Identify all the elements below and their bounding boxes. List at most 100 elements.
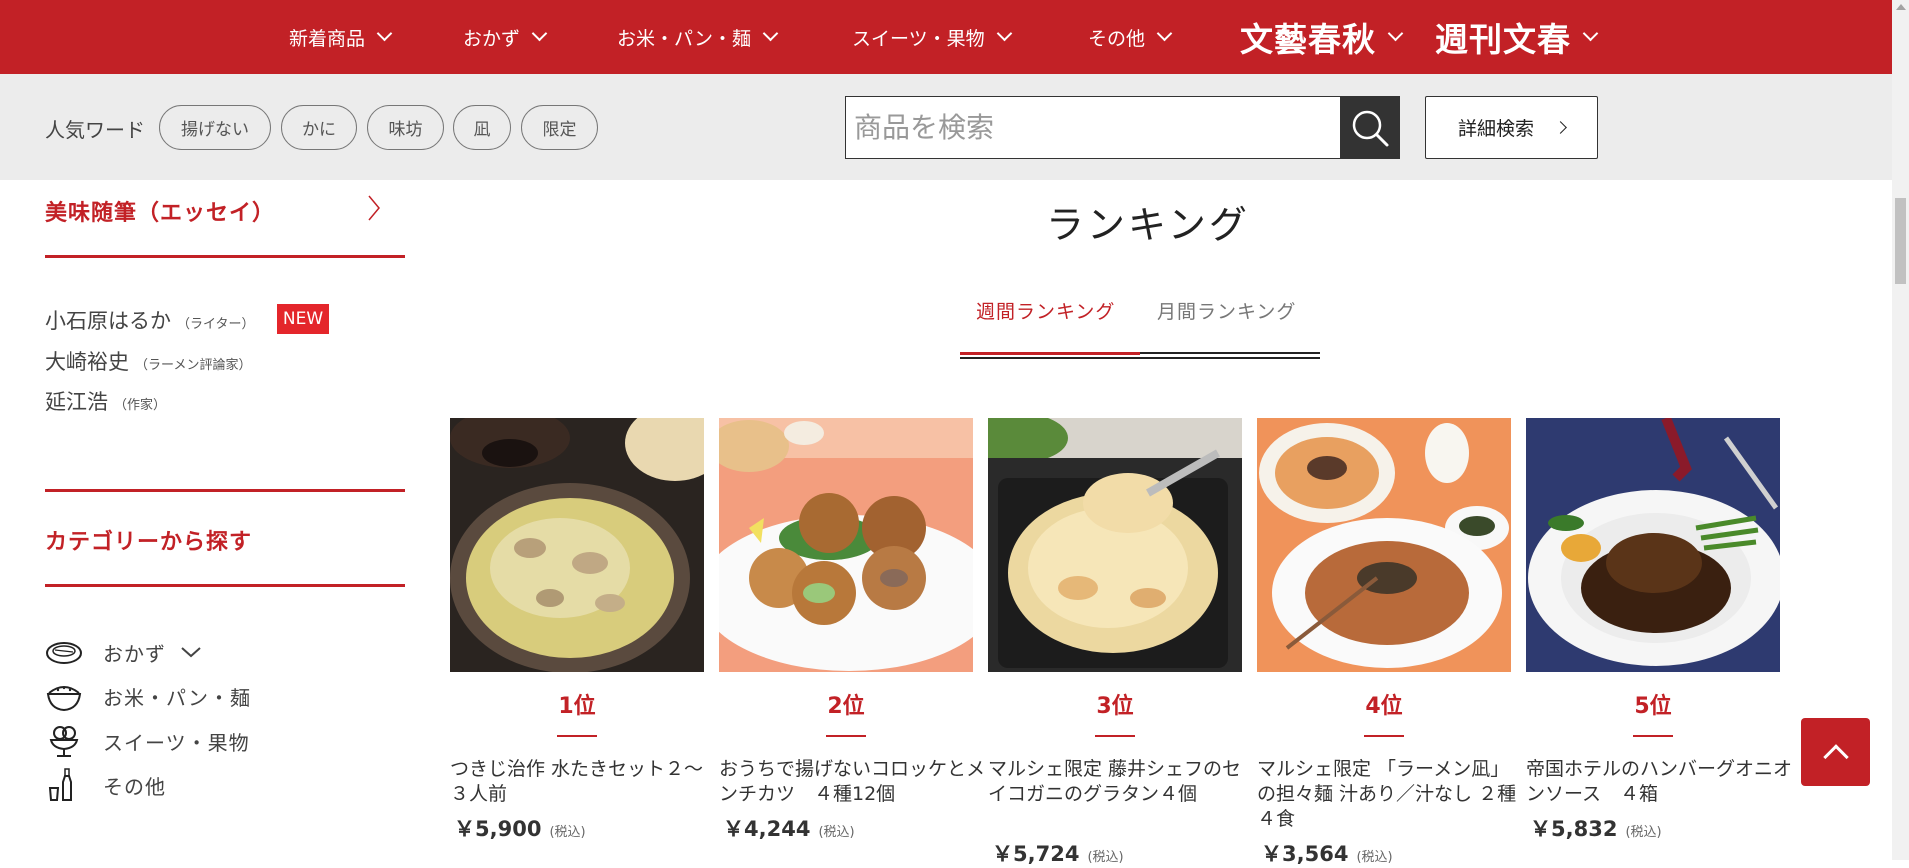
nav-rice-bread-noodles[interactable]: お米・パン・麺: [617, 0, 779, 74]
category-label: お米・パン・麺: [103, 685, 251, 710]
product-price: ￥5,724 (税込): [992, 838, 1124, 868]
product-price: ￥4,244 (税込): [723, 813, 855, 843]
rank-underline: [1095, 735, 1135, 737]
category-sweets-fruits[interactable]: スイーツ・果物: [45, 724, 250, 758]
rice-bowl-icon: [46, 686, 82, 712]
popular-word-tag[interactable]: 限定: [521, 105, 598, 150]
product-card[interactable]: 1位 つきじ治作 水たきセット２～３人前 ￥5,900 (税込): [450, 418, 704, 841]
nav-label: その他: [1088, 27, 1146, 50]
price-value: ￥5,900: [454, 817, 542, 841]
rank-label: 2位: [827, 694, 865, 719]
category-others[interactable]: その他: [45, 768, 166, 802]
back-to-top-button[interactable]: [1801, 718, 1870, 786]
chevron-down-icon: [1387, 25, 1404, 42]
price-value: ￥5,832: [1530, 817, 1618, 841]
nav-others[interactable]: その他: [1088, 0, 1173, 74]
advanced-search-button[interactable]: 詳細検索: [1425, 96, 1598, 159]
scrollbar-thumb[interactable]: [1895, 198, 1906, 284]
chevron-down-icon: [762, 25, 779, 42]
product-image[interactable]: [1526, 418, 1780, 672]
product-image[interactable]: [719, 418, 973, 672]
writer-role: （作家）: [114, 398, 167, 413]
chevron-down-icon: [531, 25, 548, 42]
scrollbar[interactable]: [1892, 0, 1909, 860]
price-value: ￥4,244: [723, 817, 811, 841]
chevron-down-icon: [181, 647, 201, 658]
nav-label: おかず: [463, 27, 521, 50]
product-price: ￥5,832 (税込): [1530, 813, 1662, 843]
search-input[interactable]: [854, 97, 1334, 158]
rank-label: 5位: [1634, 694, 1672, 719]
chevron-right-icon[interactable]: [367, 194, 381, 222]
chevron-right-icon: [1554, 121, 1567, 134]
tax-label: (税込): [1625, 825, 1662, 840]
price-value: ￥3,564: [1261, 842, 1349, 866]
tab-active-indicator: [960, 352, 1140, 355]
category-section-title: カテゴリーから探す: [45, 530, 253, 555]
search-button[interactable]: [1340, 97, 1399, 158]
product-card[interactable]: 5位 帝国ホテルのハンバーグオニオンソース ４箱 ￥5,832 (税込): [1526, 418, 1792, 841]
product-name[interactable]: 帝国ホテルのハンバーグオニオンソース ４箱: [1526, 757, 1796, 807]
popular-word-tag[interactable]: 凪: [453, 105, 511, 150]
writer-link[interactable]: 大崎裕史 （ラーメン評論家）: [45, 346, 251, 376]
search-field: [845, 96, 1400, 159]
writer-link[interactable]: 延江浩 （作家）: [45, 386, 166, 416]
rank-label: 3位: [1096, 694, 1134, 719]
tax-label: (税込): [1356, 850, 1393, 865]
rank-underline: [826, 735, 866, 737]
tab-underline: [960, 357, 1320, 359]
nav-label: お米・パン・麺: [617, 27, 751, 50]
category-label: スイーツ・果物: [103, 730, 250, 755]
ranking-title: ランキング: [1046, 203, 1250, 247]
product-image[interactable]: [1257, 418, 1511, 672]
nav-okazu[interactable]: おかず: [463, 0, 548, 74]
dish-icon: [46, 642, 82, 664]
writer-role: （ラーメン評論家）: [135, 358, 252, 373]
product-card[interactable]: 4位 マルシェ限定 「ラーメン凪」の担々麺 汁あり／汁なし ２種４食 ￥3,56…: [1257, 418, 1516, 866]
category-rice-bread-noodles[interactable]: お米・パン・麺: [45, 679, 251, 713]
tab-underline: [1140, 352, 1320, 354]
popular-word-tag[interactable]: 味坊: [367, 105, 444, 150]
rank-underline: [1633, 735, 1673, 737]
popular-word-tag[interactable]: 揚げない: [159, 105, 271, 150]
product-price: ￥5,900 (税込): [454, 813, 586, 843]
nav-label: 週刊文春: [1435, 20, 1571, 59]
writer-name: 大崎裕史: [45, 350, 129, 374]
new-badge: NEW: [277, 304, 329, 334]
product-name[interactable]: おうちで揚げないコロッケとメンチカツ ４種12個: [719, 757, 989, 807]
popular-word-tag[interactable]: かに: [281, 105, 357, 150]
tab-monthly-ranking[interactable]: 月間ランキング: [1157, 297, 1296, 324]
product-name[interactable]: つきじ治作 水たきセット２～３人前: [450, 757, 720, 807]
advanced-search-label: 詳細検索: [1457, 118, 1534, 140]
product-card[interactable]: 2位 おうちで揚げないコロッケとメンチカツ ４種12個 ￥4,244 (税込): [719, 418, 985, 841]
nav-bunshun-weekly[interactable]: 週刊文春: [1435, 0, 1599, 74]
rank-underline: [1364, 735, 1404, 737]
price-value: ￥5,724: [992, 842, 1080, 866]
product-image[interactable]: [988, 418, 1242, 672]
product-name[interactable]: マルシェ限定 藤井シェフのセイコガニのグラタン４個: [988, 757, 1258, 807]
nav-label: 新着商品: [289, 27, 366, 50]
nav-new-items[interactable]: 新着商品: [289, 0, 393, 74]
scroll-up-icon[interactable]: [1896, 4, 1906, 10]
category-okazu[interactable]: おかず: [45, 635, 202, 669]
popular-words-label: 人気ワード: [45, 118, 145, 142]
search-icon: [1352, 110, 1389, 147]
tax-label: (税込): [1087, 850, 1124, 865]
nav-sweets-fruits[interactable]: スイーツ・果物: [852, 0, 1012, 74]
nav-label: 文藝春秋: [1240, 20, 1376, 59]
nav-bunshun-monthly[interactable]: 文藝春秋: [1240, 0, 1404, 74]
writer-role: （ライター）: [177, 317, 255, 332]
writer-link[interactable]: 小石原はるか （ライター）: [45, 305, 254, 335]
product-card[interactable]: 3位 マルシェ限定 藤井シェフのセイコガニのグラタン４個 ￥5,724 (税込): [988, 418, 1242, 866]
product-name[interactable]: マルシェ限定 「ラーメン凪」の担々麺 汁あり／汁なし ２種４食: [1257, 757, 1527, 832]
category-label: おかず: [103, 641, 166, 666]
rank-underline: [557, 735, 597, 737]
top-nav: 新着商品 おかず お米・パン・麺 スイーツ・果物 その他 文藝春秋 週刊文春: [0, 0, 1892, 74]
divider: [45, 255, 405, 258]
essay-section-title[interactable]: 美味随筆（エッセイ）: [45, 195, 275, 227]
writer-name: 延江浩: [45, 390, 108, 414]
bottle-glass-icon: [48, 768, 72, 801]
divider: [45, 584, 405, 587]
tab-weekly-ranking[interactable]: 週間ランキング: [976, 297, 1115, 324]
product-image[interactable]: [450, 418, 704, 672]
